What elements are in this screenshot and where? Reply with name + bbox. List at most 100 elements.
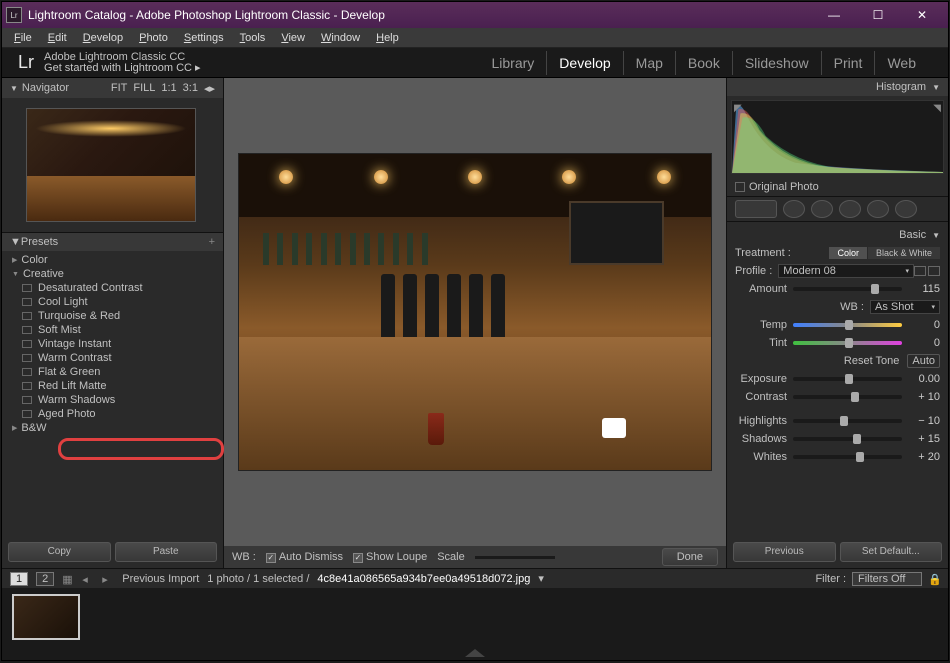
module-slideshow[interactable]: Slideshow	[733, 51, 822, 75]
menu-edit[interactable]: Edit	[40, 30, 75, 46]
module-book[interactable]: Book	[676, 51, 733, 75]
module-develop[interactable]: Develop	[547, 51, 623, 75]
preset-item[interactable]: Soft Mist	[2, 323, 223, 337]
scale-slider[interactable]	[475, 556, 555, 559]
treatment-color[interactable]: Color	[829, 247, 867, 259]
redeye-tool-icon[interactable]	[811, 200, 833, 218]
show-loupe-checkbox[interactable]: ✓Show Loupe	[353, 551, 427, 563]
contrast-slider[interactable]	[793, 395, 902, 399]
preset-item[interactable]: Vintage Instant	[2, 337, 223, 351]
contrast-value[interactable]: + 10	[906, 391, 940, 403]
thumbnail[interactable]	[12, 594, 80, 640]
spot-tool-icon[interactable]	[783, 200, 805, 218]
prev-icon[interactable]: ◂	[82, 573, 94, 585]
menu-file[interactable]: File	[6, 30, 40, 46]
crop-tool-icon[interactable]	[735, 200, 777, 218]
filmstrip[interactable]	[2, 588, 948, 650]
previous-button[interactable]: Previous	[733, 542, 836, 562]
tint-value[interactable]: 0	[906, 337, 940, 349]
temp-slider[interactable]	[793, 323, 902, 327]
auto-dismiss-checkbox[interactable]: ✓Auto Dismiss	[266, 551, 343, 563]
preset-item[interactable]: Warm Contrast	[2, 351, 223, 365]
menu-view[interactable]: View	[273, 30, 313, 46]
amount-slider[interactable]	[793, 287, 902, 291]
module-library[interactable]: Library	[480, 51, 548, 75]
grid-icon[interactable]: ▦	[62, 573, 74, 585]
amount-value[interactable]: 115	[906, 283, 940, 295]
preset-item[interactable]: Desaturated Contrast	[2, 281, 223, 295]
treatment-bw[interactable]: Black & White	[868, 247, 940, 259]
view-1[interactable]: 1	[10, 572, 28, 586]
nav-fit[interactable]: FIT	[111, 82, 128, 95]
module-map[interactable]: Map	[624, 51, 676, 75]
view-2[interactable]: 2	[36, 572, 54, 586]
tint-slider[interactable]	[793, 341, 902, 345]
set-default-button[interactable]: Set Default...	[840, 542, 943, 562]
histogram-header[interactable]: Histogram ▼	[727, 78, 948, 96]
wb-dropdown[interactable]: As Shot▾	[870, 300, 940, 314]
reset-tone[interactable]: Reset Tone	[844, 355, 899, 367]
preset-item[interactable]: Flat & Green	[2, 365, 223, 379]
menu-help[interactable]: Help	[368, 30, 407, 46]
preset-item[interactable]: Warm Shadows	[2, 393, 223, 407]
filter-dropdown[interactable]: Filters Off	[852, 572, 922, 586]
next-icon[interactable]: ▸	[102, 573, 114, 585]
temp-value[interactable]: 0	[906, 319, 940, 331]
whites-value[interactable]: + 20	[906, 451, 940, 463]
nav-1to1[interactable]: 1:1	[161, 82, 176, 95]
menu-window[interactable]: Window	[313, 30, 368, 46]
histogram-chart[interactable]: ◤ ◥	[731, 100, 944, 174]
menu-develop[interactable]: Develop	[75, 30, 131, 46]
preset-item-red-lift-matte[interactable]: Red Lift Matte	[2, 379, 223, 393]
profile-dropdown[interactable]: Modern 08▾	[778, 264, 914, 278]
basic-header[interactable]: Basic▼	[735, 226, 940, 244]
main-image[interactable]	[238, 153, 712, 471]
menu-photo[interactable]: Photo	[131, 30, 176, 46]
navigator-preview[interactable]	[2, 98, 223, 232]
navigator-header[interactable]: ▼ Navigator FIT FILL 1:1 3:1 ◂▸	[2, 78, 223, 98]
presets-header[interactable]: ▼ Presets +	[2, 233, 223, 251]
profile-grid-icon[interactable]	[914, 266, 926, 276]
brush-tool-icon[interactable]	[895, 200, 917, 218]
navigator-image[interactable]	[26, 108, 196, 222]
gradient-tool-icon[interactable]	[839, 200, 861, 218]
exposure-slider[interactable]	[793, 377, 902, 381]
add-preset-icon[interactable]: +	[209, 236, 215, 248]
image-viewport[interactable]	[224, 78, 726, 546]
paste-button[interactable]: Paste	[115, 542, 218, 562]
exposure-value[interactable]: 0.00	[906, 373, 940, 385]
clip-left-icon[interactable]: ◤	[734, 103, 742, 114]
preset-item[interactable]: Turquoise & Red	[2, 309, 223, 323]
maximize-button[interactable]: ☐	[856, 2, 900, 28]
highlights-slider[interactable]	[793, 419, 902, 423]
nav-fill[interactable]: FILL	[133, 82, 155, 95]
menu-settings[interactable]: Settings	[176, 30, 232, 46]
get-started-link[interactable]: Get started with Lightroom CC ▸	[44, 63, 201, 74]
whites-slider[interactable]	[793, 455, 902, 459]
profile-browse-icon[interactable]	[928, 266, 940, 276]
shadows-slider[interactable]	[793, 437, 902, 441]
menu-tools[interactable]: Tools	[232, 30, 274, 46]
preset-group-color[interactable]: ▶Color	[2, 253, 223, 267]
highlights-value[interactable]: − 10	[906, 415, 940, 427]
done-button[interactable]: Done	[662, 548, 718, 566]
chevron-icon[interactable]: ◂▸	[204, 82, 215, 95]
preset-group-creative[interactable]: ▼Creative	[2, 267, 223, 281]
clip-right-icon[interactable]: ◥	[933, 103, 941, 114]
lock-icon[interactable]: 🔒	[928, 573, 940, 585]
copy-button[interactable]: Copy	[8, 542, 111, 562]
shadows-value[interactable]: + 15	[906, 433, 940, 445]
original-photo-toggle[interactable]: Original Photo	[727, 178, 948, 196]
module-print[interactable]: Print	[822, 51, 876, 75]
panel-toggle-bottom[interactable]	[465, 649, 485, 657]
preset-item[interactable]: Cool Light	[2, 295, 223, 309]
minimize-button[interactable]: —	[812, 2, 856, 28]
preset-group-bw[interactable]: ▶B&W	[2, 421, 223, 435]
chevron-down-icon[interactable]: ▾	[538, 572, 544, 585]
preset-item[interactable]: Aged Photo	[2, 407, 223, 421]
auto-tone-button[interactable]: Auto	[907, 354, 940, 368]
module-web[interactable]: Web	[875, 51, 928, 75]
source-label[interactable]: Previous Import	[122, 573, 199, 585]
close-button[interactable]: ✕	[900, 2, 944, 28]
radial-tool-icon[interactable]	[867, 200, 889, 218]
